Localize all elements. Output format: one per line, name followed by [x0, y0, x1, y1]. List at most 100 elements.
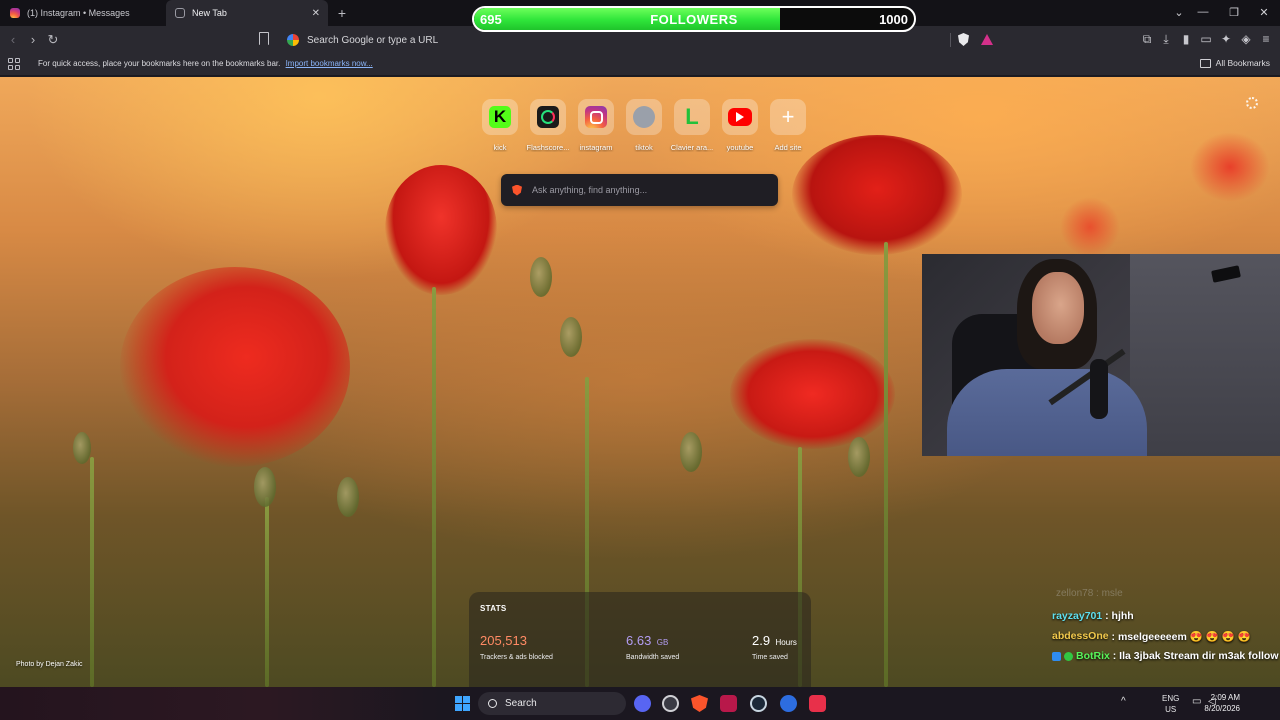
microphone: [1090, 359, 1108, 419]
discord-icon[interactable]: [634, 695, 651, 712]
instagram-icon: [585, 106, 607, 128]
import-bookmarks-link[interactable]: Import bookmarks now...: [286, 59, 373, 68]
stat-label: Time saved: [752, 654, 788, 661]
stat-value: 2.9: [752, 633, 771, 648]
apps-grid-icon[interactable]: [8, 58, 20, 70]
reload-icon[interactable]: ↻: [45, 32, 61, 48]
app-icon[interactable]: [720, 695, 737, 712]
top-site-add[interactable]: + Add site: [764, 99, 812, 152]
chat-message: abdessOne : mselgeeeeem 😍 😍 😍 😍: [1052, 626, 1280, 646]
poppy-flower: [385, 165, 497, 295]
stat-value: 6.63: [626, 633, 652, 648]
top-site-clavier[interactable]: L Clavier ara...: [668, 99, 716, 152]
site-name: youtube: [726, 143, 754, 152]
close-window-button[interactable]: ✕: [1257, 6, 1271, 19]
verified-badge-icon: [1064, 651, 1073, 661]
sidebar-icon[interactable]: ▮: [1178, 32, 1194, 46]
search-box[interactable]: Ask anything, find anything...: [501, 174, 778, 206]
new-tab-button[interactable]: +: [335, 5, 349, 21]
site-tile[interactable]: [530, 99, 566, 135]
stat-unit: Hours: [775, 638, 797, 647]
folder-icon: [1199, 58, 1211, 68]
taskbar-search[interactable]: Search: [478, 692, 626, 715]
site-tile[interactable]: [722, 99, 758, 135]
chat-username: abdessOne: [1052, 630, 1109, 642]
poppy-flower: [792, 135, 962, 255]
tab-new-tab[interactable]: New Tab ✕: [166, 0, 328, 26]
tab-list-icon[interactable]: ⌄: [1172, 6, 1186, 19]
chat-username: BotRix: [1076, 650, 1110, 662]
all-bookmarks-button[interactable]: All Bookmarks: [1199, 58, 1270, 68]
tab-instagram[interactable]: (1) Instagram • Messages: [0, 0, 166, 26]
language-code: ENG: [1162, 694, 1180, 703]
vpn-icon[interactable]: ◈: [1238, 32, 1254, 46]
site-tile[interactable]: [578, 99, 614, 135]
top-site-youtube[interactable]: youtube: [716, 99, 764, 152]
site-tile[interactable]: [626, 99, 662, 135]
back-icon[interactable]: ‹: [5, 32, 21, 47]
all-bookmarks-label: All Bookmarks: [1215, 58, 1270, 68]
clock-time: 2:09 AM: [1210, 693, 1240, 702]
poppy-bud: [337, 477, 359, 517]
chat-text: : Ila 3jbak Stream dir m3ak follow: [1112, 650, 1279, 662]
poppy-bud: [680, 432, 702, 472]
site-name: tiktok: [635, 143, 653, 152]
stem: [265, 497, 269, 687]
tiktok-icon[interactable]: [809, 695, 826, 712]
stat-bandwidth: 6.63 GB Bandwidth saved: [626, 632, 679, 661]
poppy-flower: [730, 339, 895, 449]
tray-overflow-icon[interactable]: ^: [1121, 696, 1126, 707]
stat-value: 205,513: [480, 633, 527, 648]
windows-start-icon[interactable]: [455, 696, 470, 711]
poppy-bud: [254, 467, 276, 507]
top-site-instagram[interactable]: instagram: [572, 99, 620, 152]
tab-close-icon[interactable]: ✕: [312, 8, 320, 19]
extensions-icon[interactable]: ⧉: [1139, 32, 1155, 47]
tab-title: New Tab: [192, 8, 227, 18]
webcam-wall: [1130, 254, 1280, 456]
site-tile[interactable]: K: [482, 99, 518, 135]
forward-icon[interactable]: ›: [25, 32, 41, 47]
app-icon[interactable]: [780, 695, 797, 712]
chat-message: BotRix : Ila 3jbak Stream dir m3ak follo…: [1052, 646, 1280, 666]
poppy-flower: [1190, 132, 1270, 202]
brave-rewards-icon[interactable]: [981, 34, 993, 45]
brave-icon[interactable]: [691, 695, 708, 712]
obs-icon[interactable]: [662, 695, 679, 712]
followers-goal: 1000: [879, 12, 908, 27]
language-indicator[interactable]: ENG US: [1162, 693, 1179, 715]
wallet-icon[interactable]: ▭: [1198, 32, 1214, 46]
globe-icon: [633, 106, 655, 128]
site-tile[interactable]: L: [674, 99, 710, 135]
leo-ai-icon[interactable]: ✦: [1218, 32, 1234, 46]
stem: [432, 287, 436, 687]
poppy-bud: [848, 437, 870, 477]
address-bar[interactable]: Search Google or type a URL: [278, 29, 998, 51]
network-icon[interactable]: ▭: [1192, 696, 1201, 707]
restore-button[interactable]: ❐: [1227, 6, 1241, 19]
site-name: Flashscore...: [526, 143, 570, 152]
menu-icon[interactable]: ≡: [1258, 32, 1274, 46]
taskbar-search-label: Search: [505, 698, 537, 709]
photo-credit[interactable]: Photo by Dejan Zakic: [16, 661, 83, 668]
top-site-flashscore[interactable]: Flashscore...: [524, 99, 572, 152]
search-placeholder: Ask anything, find anything...: [532, 185, 648, 195]
site-tile[interactable]: +: [770, 99, 806, 135]
top-site-tiktok[interactable]: tiktok: [620, 99, 668, 152]
top-site-kick[interactable]: K kick: [476, 99, 524, 152]
system-clock[interactable]: 2:09 AM 8/20/2026: [1204, 692, 1240, 714]
stat-time: 2.9 Hours Time saved: [752, 632, 797, 661]
poppy-flower: [1060, 197, 1120, 257]
bookmarks-hint: For quick access, place your bookmarks h…: [38, 59, 373, 68]
brave-shield-icon: [175, 8, 185, 18]
minimize-button[interactable]: —: [1196, 6, 1210, 18]
stat-label: Trackers & ads blocked: [480, 654, 553, 661]
top-sites: K kick Flashscore... instagram tiktok L …: [476, 99, 812, 152]
bookmarks-bar: For quick access, place your bookmarks h…: [0, 54, 1280, 76]
steam-icon[interactable]: [750, 695, 767, 712]
plus-icon: +: [781, 104, 795, 129]
tab-title: (1) Instagram • Messages: [27, 8, 130, 18]
downloads-icon[interactable]: ⤓: [1158, 32, 1174, 47]
gear-icon[interactable]: [1246, 97, 1258, 109]
bookmark-icon[interactable]: [259, 32, 269, 45]
